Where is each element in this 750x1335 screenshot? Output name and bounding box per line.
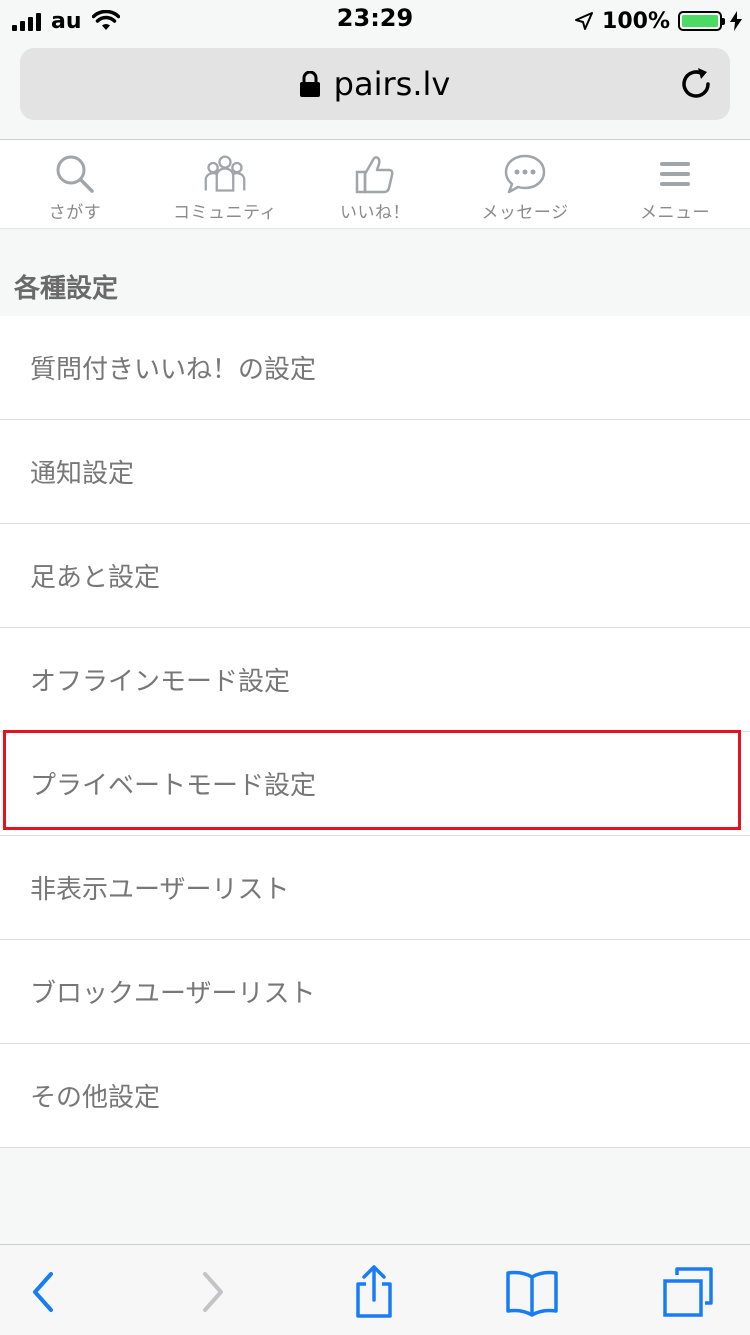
nav-label: コミュニティ <box>173 203 277 223</box>
bookmarks-icon <box>506 1270 558 1317</box>
settings-list: 質問付きいいね！の設定 通知設定 足あと設定 オフラインモード設定 プライベート… <box>0 316 750 1148</box>
forward-button[interactable] <box>184 1267 240 1317</box>
nav-menu[interactable]: メニュー <box>600 140 750 228</box>
browser-toolbar <box>0 1244 750 1335</box>
settings-item-other[interactable]: その他設定 <box>0 1044 750 1148</box>
bookmarks-button[interactable] <box>504 1267 560 1317</box>
url-text: pairs.lv <box>333 65 451 103</box>
settings-item-blocked-users[interactable]: ブロックユーザーリスト <box>0 940 750 1044</box>
nav-label: メッセージ <box>481 203 569 223</box>
nav-messages[interactable]: メッセージ <box>450 140 600 228</box>
share-button[interactable] <box>346 1265 402 1318</box>
status-right: 100% <box>574 6 742 36</box>
tabs-icon <box>663 1267 713 1317</box>
chat-bubble-icon <box>504 154 546 194</box>
settings-item-hidden-users[interactable]: 非表示ユーザーリスト <box>0 836 750 940</box>
battery-fill <box>682 15 718 27</box>
share-icon <box>356 1265 392 1318</box>
nav-label: メニュー <box>640 203 710 223</box>
forward-icon <box>203 1272 223 1312</box>
address-content: pairs.lv <box>20 48 730 120</box>
nav-community[interactable]: コミュニティ <box>150 140 300 228</box>
app-nav: さがす コミュニティ いいね！ メッセージ メニュー <box>0 140 750 229</box>
lock-icon <box>299 71 320 97</box>
search-icon <box>56 155 94 193</box>
nav-label: さがす <box>48 203 102 223</box>
location-arrow-icon <box>575 12 594 30</box>
settings-item-notifications[interactable]: 通知設定 <box>0 420 750 524</box>
status-bar: au 23:29 100% <box>0 0 750 40</box>
battery-percent: 100% <box>602 8 670 34</box>
charging-bolt-icon <box>730 11 742 31</box>
people-icon <box>204 155 246 192</box>
nav-likes[interactable]: いいね！ <box>300 140 450 228</box>
hamburger-icon <box>660 162 690 186</box>
reload-icon[interactable] <box>676 64 716 104</box>
tabs-button[interactable] <box>660 1267 716 1317</box>
section-title: 各種設定 <box>14 274 119 304</box>
settings-item-offline-mode[interactable]: オフラインモード設定 <box>0 628 750 732</box>
nav-label: いいね！ <box>340 203 410 223</box>
settings-item-private-mode[interactable]: プライベートモード設定 <box>0 732 750 836</box>
back-icon <box>33 1272 53 1312</box>
back-button[interactable] <box>16 1267 72 1317</box>
thumbs-up-icon <box>355 156 394 194</box>
nav-search[interactable]: さがす <box>0 140 150 228</box>
settings-item-question-like[interactable]: 質問付きいいね！の設定 <box>0 316 750 420</box>
address-bar[interactable]: pairs.lv <box>20 48 730 120</box>
settings-item-footprints[interactable]: 足あと設定 <box>0 524 750 628</box>
battery-icon <box>678 11 725 31</box>
